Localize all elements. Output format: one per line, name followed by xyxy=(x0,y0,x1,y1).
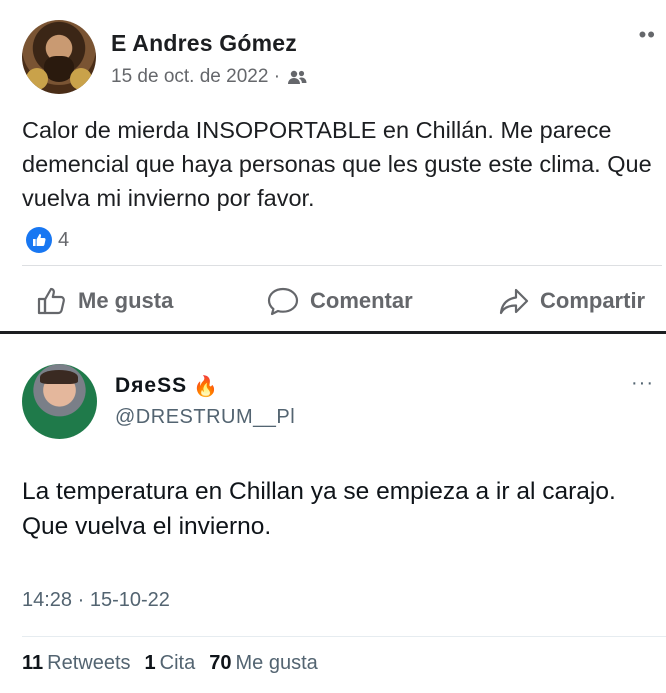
quotes-count: 1 xyxy=(144,652,156,674)
tweet-stats: 11 Retweets 1 Cita 70 Me gusta xyxy=(22,652,318,675)
more-options-icon[interactable]: ··· xyxy=(631,372,654,395)
likes-label: Me gusta xyxy=(235,652,318,674)
display-name: DяeSS xyxy=(115,374,188,397)
post-actions: Me gusta Comentar Compartir xyxy=(0,280,666,322)
share-label: Compartir xyxy=(540,288,646,313)
retweets-label: Retweets xyxy=(47,652,131,674)
likes-count: 70 xyxy=(209,652,232,674)
retweets-count: 11 xyxy=(22,652,44,674)
comment-icon xyxy=(266,286,300,316)
tweet-author-name[interactable]: DяeSS 🔥 xyxy=(115,374,219,398)
retweets-stat[interactable]: 11 Retweets xyxy=(22,652,131,675)
post-meta: 15 de oct. de 2022 · xyxy=(111,66,308,88)
divider xyxy=(22,636,666,637)
author-avatar[interactable] xyxy=(22,20,96,94)
like-reaction-icon xyxy=(26,227,52,253)
author-name[interactable]: E Andres Gómez xyxy=(111,30,297,57)
tweet-text: La temperatura en Chillan ya se empieza … xyxy=(22,478,616,540)
tweet-handle[interactable]: @DRESTRUM__Pl xyxy=(115,406,295,429)
like-button[interactable]: Me gusta xyxy=(36,280,173,322)
tweet-avatar[interactable] xyxy=(22,364,97,439)
quotes-stat[interactable]: 1 Cita xyxy=(145,652,196,675)
share-button[interactable]: Compartir xyxy=(498,280,645,322)
comment-label: Comentar xyxy=(310,288,413,313)
thumbs-up-icon xyxy=(36,286,68,316)
post-date[interactable]: 15 de oct. de 2022 · xyxy=(111,66,280,88)
share-arrow-icon xyxy=(498,286,530,316)
tweet: DяeSS 🔥 @DRESTRUM__Pl ··· La temperatura… xyxy=(0,334,666,693)
divider xyxy=(22,265,662,266)
reaction-count: 4 xyxy=(58,228,70,251)
tweet-timestamp[interactable]: 14:28 · 15-10-22 xyxy=(22,589,170,612)
comment-button[interactable]: Comentar xyxy=(266,280,413,322)
quotes-label: Cita xyxy=(159,652,196,674)
reactions-summary[interactable]: 4 xyxy=(26,227,69,253)
likes-stat[interactable]: 70 Me gusta xyxy=(209,652,318,675)
facebook-post: E Andres Gómez 15 de oct. de 2022 · •• C… xyxy=(0,0,666,331)
like-label: Me gusta xyxy=(78,288,174,313)
fire-emoji-icon: 🔥 xyxy=(193,374,220,398)
more-options-icon[interactable]: •• xyxy=(639,22,656,48)
post-text: Calor de mierda INSOPORTABLE en Chillán.… xyxy=(22,117,652,211)
friends-icon xyxy=(286,69,308,85)
